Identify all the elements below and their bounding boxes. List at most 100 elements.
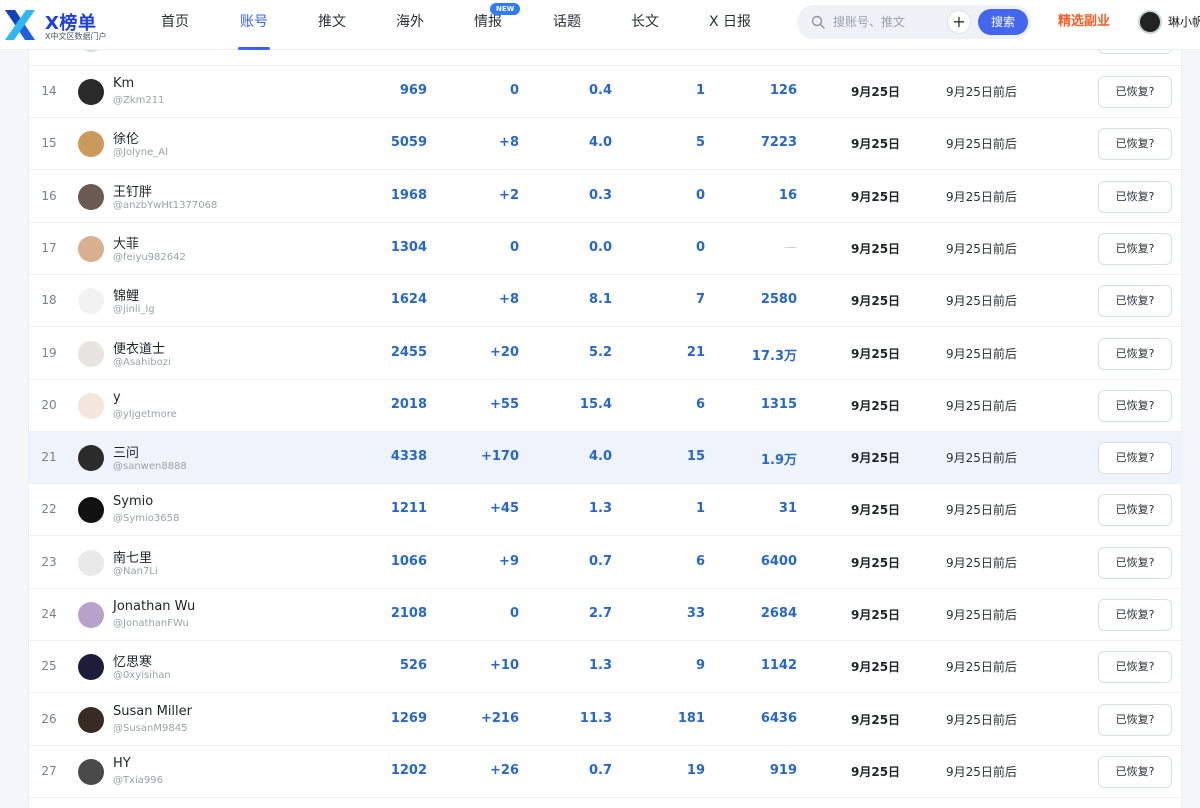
nav-item-topics[interactable]: 话题 (542, 0, 592, 50)
avatar[interactable] (78, 654, 104, 681)
account-name[interactable]: 大菲 (113, 233, 139, 252)
featured-side-hustle-link[interactable]: 精选副业 (1058, 0, 1110, 44)
user-avatar[interactable] (1138, 10, 1162, 34)
date-primary: 9月25日 (851, 398, 901, 413)
account-name[interactable]: Symio (113, 494, 153, 509)
table-row[interactable]: 21 三问 @sanwen8888 4338 +170 4.0 15 1.9万 9月25日 9月2… (29, 432, 1183, 485)
search-input[interactable] (833, 12, 943, 32)
restore-button[interactable]: 已恢复? (1098, 389, 1172, 422)
restore-button[interactable]: 已恢复? (1098, 128, 1172, 161)
table-row[interactable]: 15 徐伦 @Jolyne_AI 5059 +8 4.0 5 7223 9月25日 9月25日前后… (29, 118, 1183, 171)
nav-item-home[interactable]: 首页 (150, 0, 200, 50)
metric-2: 0 (509, 239, 519, 255)
account-handle: @JonathanFWu (113, 618, 189, 629)
table-row[interactable]: 23 南七里 @Nan7Li 1066 +9 0.7 6 6400 9月25日 9月25日前后 已恢… (29, 537, 1183, 589)
avatar[interactable] (78, 392, 104, 419)
avatar[interactable] (78, 131, 104, 158)
rank: 26 (41, 711, 57, 726)
avatar[interactable] (78, 340, 104, 367)
avatar[interactable] (78, 549, 104, 576)
nav-item-longform[interactable]: 长文 (620, 0, 670, 50)
avatar[interactable] (78, 602, 104, 628)
table-row[interactable]: 27 HY @Txia996 1202 +26 0.7 19 919 9月25日 9月25日前后 已… (29, 746, 1183, 798)
account-name[interactable]: 忆思寒 (113, 651, 152, 670)
date-primary: 9月25日 (851, 764, 901, 779)
avatar[interactable] (78, 497, 104, 524)
account-name[interactable]: HY (113, 756, 131, 771)
avatar[interactable] (78, 235, 104, 262)
date-primary: 9月25日 (851, 346, 901, 361)
metric-5: 2684 (760, 606, 797, 621)
table-row[interactable]: 20 y @yljgetmore 2018 +55 15.4 6 1315 9月25日 9月25日… (29, 380, 1183, 432)
metric-3: 2.7 (588, 606, 612, 621)
nav-item-posts[interactable]: 推文 (307, 0, 357, 50)
brand-subtitle: X中文区数据门户 (45, 32, 107, 41)
table-row[interactable]: 17 大菲 @feiyu982642 1304 0 0.0 0 — 9月25日 9月25日前后 已恢… (29, 223, 1183, 275)
table-row[interactable]: 26 Susan Miller @SusanM9845 1269 +216 11.3 181… (29, 694, 1183, 746)
table-row[interactable]: 18 锦鲤 @jinli_lg 1624 +8 8.1 7 2580 9月25日 9月25日前后 已… (29, 275, 1183, 328)
metric-4: 0 (695, 187, 705, 203)
restore-button[interactable]: 已恢复? (1098, 494, 1172, 527)
restore-button[interactable]: 已恢复? (1098, 76, 1172, 108)
brand-logo[interactable]: X榜单 X中文区数据门户 (2, 5, 122, 45)
restore-button[interactable]: 已恢复? (1098, 285, 1172, 318)
user-name[interactable]: 琳小帆 (1168, 0, 1200, 44)
account-name[interactable]: Jonathan Wu (113, 599, 195, 614)
metric-5: 2580 (760, 292, 797, 308)
add-button[interactable]: + (947, 10, 971, 34)
account-name[interactable]: 王钉胖 (113, 181, 152, 200)
metric-5: 7223 (760, 135, 797, 151)
restore-button[interactable]: 已恢复? (1098, 337, 1172, 370)
account-name[interactable]: Susan Miller (113, 704, 192, 719)
avatar[interactable] (78, 183, 104, 210)
date-approx: 9月25日前后 (946, 241, 1017, 256)
table-row[interactable]: 14 Km @Zkm211 969 0 0.4 1 126 9月25日 9月25日前后 已恢复? (29, 66, 1183, 118)
rank: 17 (41, 240, 57, 255)
account-name[interactable]: 南七里 (113, 547, 152, 566)
account-name[interactable]: y (113, 390, 121, 405)
account-name[interactable]: 三问 (113, 442, 139, 461)
account-handle: @0xyisihan (113, 670, 171, 682)
metric-4: 1 (695, 501, 705, 517)
table-row[interactable]: 16 王钉胖 @anzbYwHt1377068 1968 +2 0.3 0 16 9月25日 9月… (29, 171, 1183, 223)
metric-4: 9 (695, 658, 705, 674)
restore-button[interactable]: 已恢复? (1098, 180, 1172, 213)
search-button[interactable]: 搜索 (978, 9, 1028, 35)
nav-item-accounts[interactable]: 账号 (229, 0, 279, 50)
date-primary: 9月25日 (851, 712, 901, 727)
restore-button[interactable]: 已恢复? (1098, 599, 1172, 631)
account-name[interactable]: Km (113, 76, 134, 91)
date-approx: 9月25日前后 (946, 660, 1017, 675)
nav-item-x-daily[interactable]: X 日报 (699, 0, 761, 50)
date-primary: 9月25日 (851, 451, 901, 466)
account-name[interactable]: 徐伦 (113, 128, 139, 147)
avatar[interactable] (78, 445, 104, 472)
metric-4: 0 (695, 239, 705, 255)
date-primary: 9月25日 (851, 241, 901, 256)
avatar[interactable] (78, 758, 104, 785)
avatar[interactable] (78, 706, 104, 733)
table-row[interactable]: 19 便衣道士 @Asahibozi 2455 +20 5.2 21 17.3万 9月25日 9月… (29, 328, 1183, 380)
restore-button[interactable]: 已恢复? (1098, 546, 1172, 579)
account-name[interactable]: 锦鲤 (113, 285, 139, 304)
table-row[interactable]: 25 忆思寒 @0xyisihan 526 +10 1.3 9 1142 9月25日 9月25日前… (29, 641, 1183, 694)
nav-item-overseas[interactable]: 海外 (385, 0, 435, 50)
restore-button[interactable]: 已恢复? (1098, 651, 1172, 684)
restore-button[interactable]: 已恢复? (1098, 755, 1172, 788)
restore-button[interactable]: 已恢复? (1098, 703, 1172, 736)
avatar[interactable] (78, 288, 104, 315)
rank: 16 (41, 188, 57, 203)
table-row[interactable]: 24 Jonathan Wu @JonathanFWu 2108 0 2.7 33 2684 9… (29, 589, 1183, 641)
date-approx: 9月25日前后 (946, 346, 1017, 361)
date-approx: 9月25日前后 (946, 294, 1017, 309)
metric-3: 15.4 (579, 396, 612, 412)
metric-5: 1142 (760, 658, 797, 674)
restore-button[interactable]: 已恢复? (1098, 442, 1172, 475)
account-handle: @sanwen8888 (113, 461, 187, 473)
date-primary: 9月25日 (851, 555, 901, 570)
account-name[interactable]: 便衣道士 (113, 338, 165, 357)
avatar[interactable] (78, 79, 104, 105)
table-row[interactable]: 22 Symio @Symio3658 1211 +45 1.3 1 31 9月25日 9月25日… (29, 484, 1183, 537)
restore-button[interactable]: 已恢复? (1098, 232, 1172, 265)
date-approx: 9月25日前后 (946, 764, 1017, 779)
